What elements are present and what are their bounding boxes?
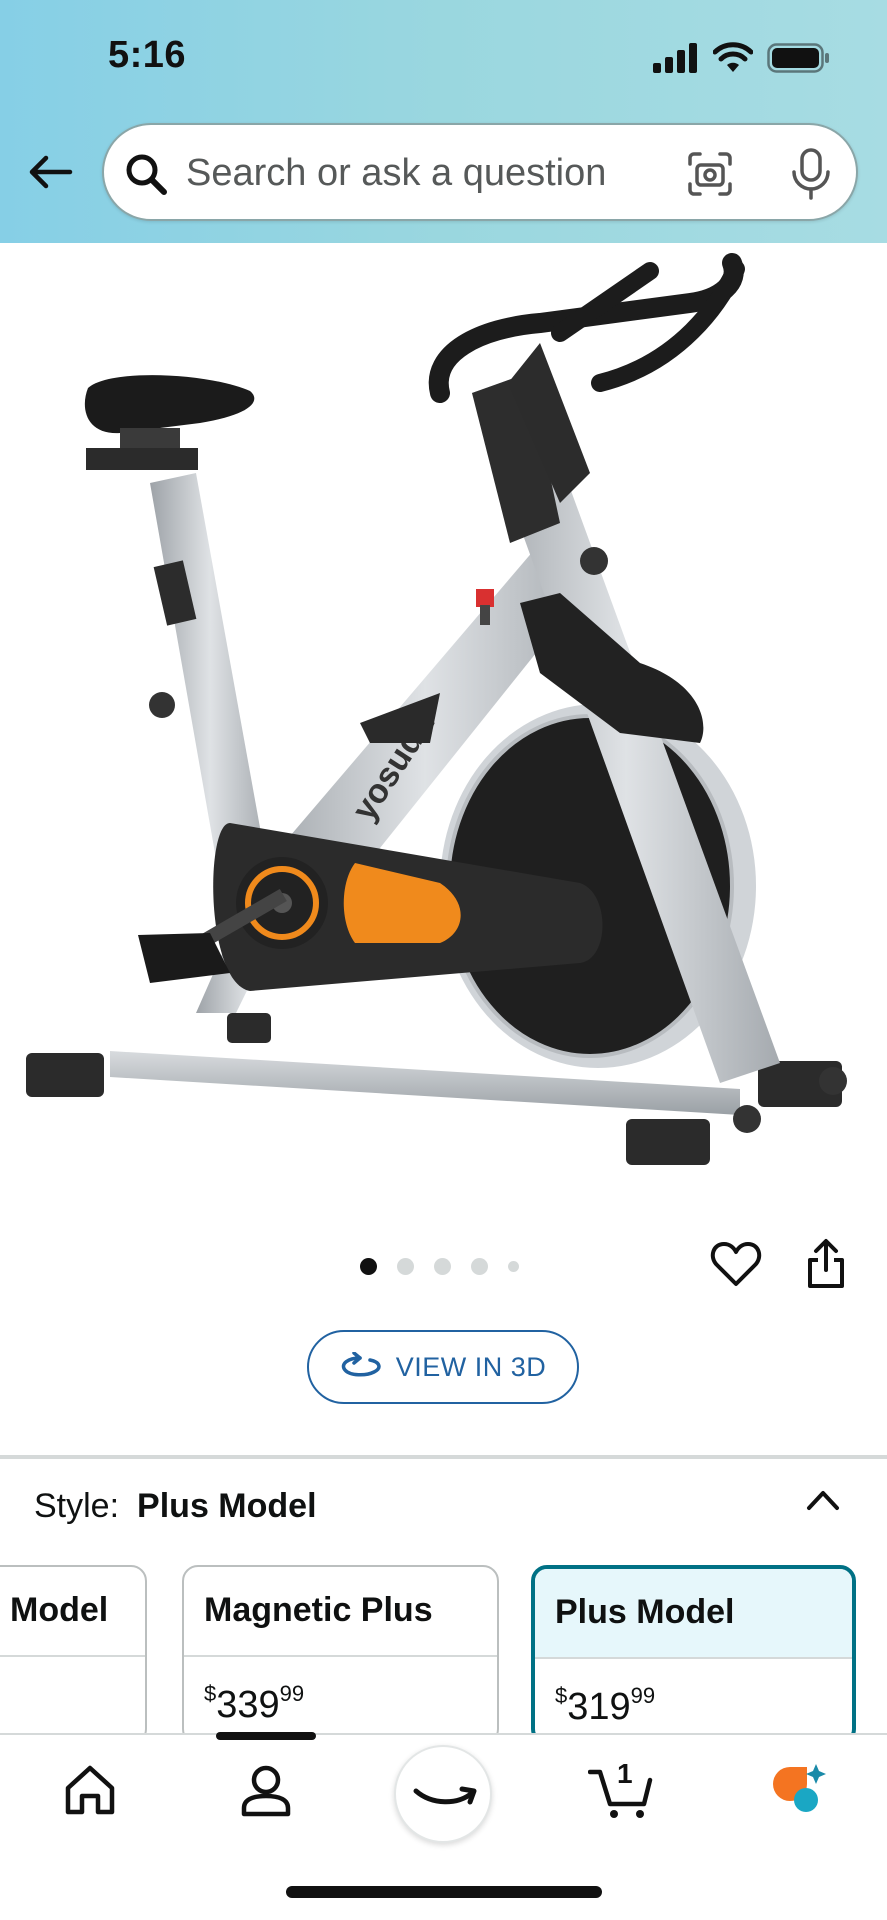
view-in-3d-label: VIEW IN 3D	[395, 1351, 547, 1382]
rufus-ai-icon[interactable]	[768, 1760, 826, 1820]
carousel-dot[interactable]	[471, 1258, 488, 1275]
status-time: 5:16	[108, 34, 187, 76]
microphone-icon[interactable]	[788, 148, 834, 200]
product-image-exercise-bike[interactable]: yosuda	[0, 243, 887, 1183]
battery-icon	[767, 43, 829, 73]
carousel-dot[interactable]	[360, 1258, 377, 1275]
chevron-up-icon[interactable]	[805, 1487, 841, 1513]
amazon-home-button[interactable]	[394, 1745, 492, 1843]
amazon-smile-icon	[413, 1786, 477, 1805]
style-option-model[interactable]: Model	[0, 1565, 147, 1745]
nav-active-indicator	[216, 1732, 316, 1740]
price-symbol: $	[555, 1683, 568, 1708]
carousel-dot[interactable]	[397, 1258, 414, 1275]
style-option-plus-model[interactable]: Plus Model $31999	[531, 1565, 856, 1745]
search-bar[interactable]	[102, 123, 858, 221]
search-icon	[126, 154, 167, 195]
price-fraction: 99	[279, 1681, 305, 1706]
style-option-price: $31999	[535, 1659, 852, 1729]
carousel-dot[interactable]	[508, 1261, 519, 1272]
image-carousel-dots[interactable]	[360, 1258, 519, 1275]
wifi-icon	[713, 42, 753, 72]
search-input[interactable]	[186, 147, 706, 199]
section-divider	[0, 1455, 887, 1459]
style-option-name: Magnetic Plus	[184, 1567, 497, 1657]
app-header: 5:16	[0, 0, 887, 243]
back-arrow-icon[interactable]	[26, 148, 74, 196]
price-symbol: $	[204, 1681, 217, 1706]
style-option-price: $33999	[184, 1657, 497, 1727]
style-option-price	[0, 1657, 145, 1681]
style-label: Style:	[34, 1487, 120, 1525]
price-fraction: 99	[630, 1683, 656, 1708]
view-in-3d-button[interactable]: VIEW IN 3D	[307, 1330, 579, 1404]
heart-icon[interactable]	[710, 1240, 762, 1288]
style-option-magnetic-plus[interactable]: Magnetic Plus $33999	[182, 1565, 499, 1745]
style-selected-value: Plus Model	[137, 1487, 317, 1525]
style-option-name: Model	[0, 1567, 145, 1657]
style-selector-header: Style: Plus Model	[34, 1487, 317, 1526]
cellular-signal-icon	[653, 43, 697, 73]
cart-count-badge: 1	[617, 1758, 633, 1789]
home-indicator	[286, 1886, 602, 1898]
home-icon[interactable]	[60, 1760, 120, 1820]
price-whole: 319	[567, 1686, 631, 1728]
style-option-name: Plus Model	[535, 1569, 852, 1659]
status-icons	[653, 42, 831, 74]
rotate-3d-icon	[341, 1352, 381, 1377]
price-whole: 339	[216, 1684, 280, 1726]
account-icon[interactable]	[236, 1760, 296, 1820]
camera-lens-icon[interactable]	[686, 150, 734, 198]
share-icon[interactable]	[804, 1238, 848, 1290]
carousel-dot[interactable]	[434, 1258, 451, 1275]
